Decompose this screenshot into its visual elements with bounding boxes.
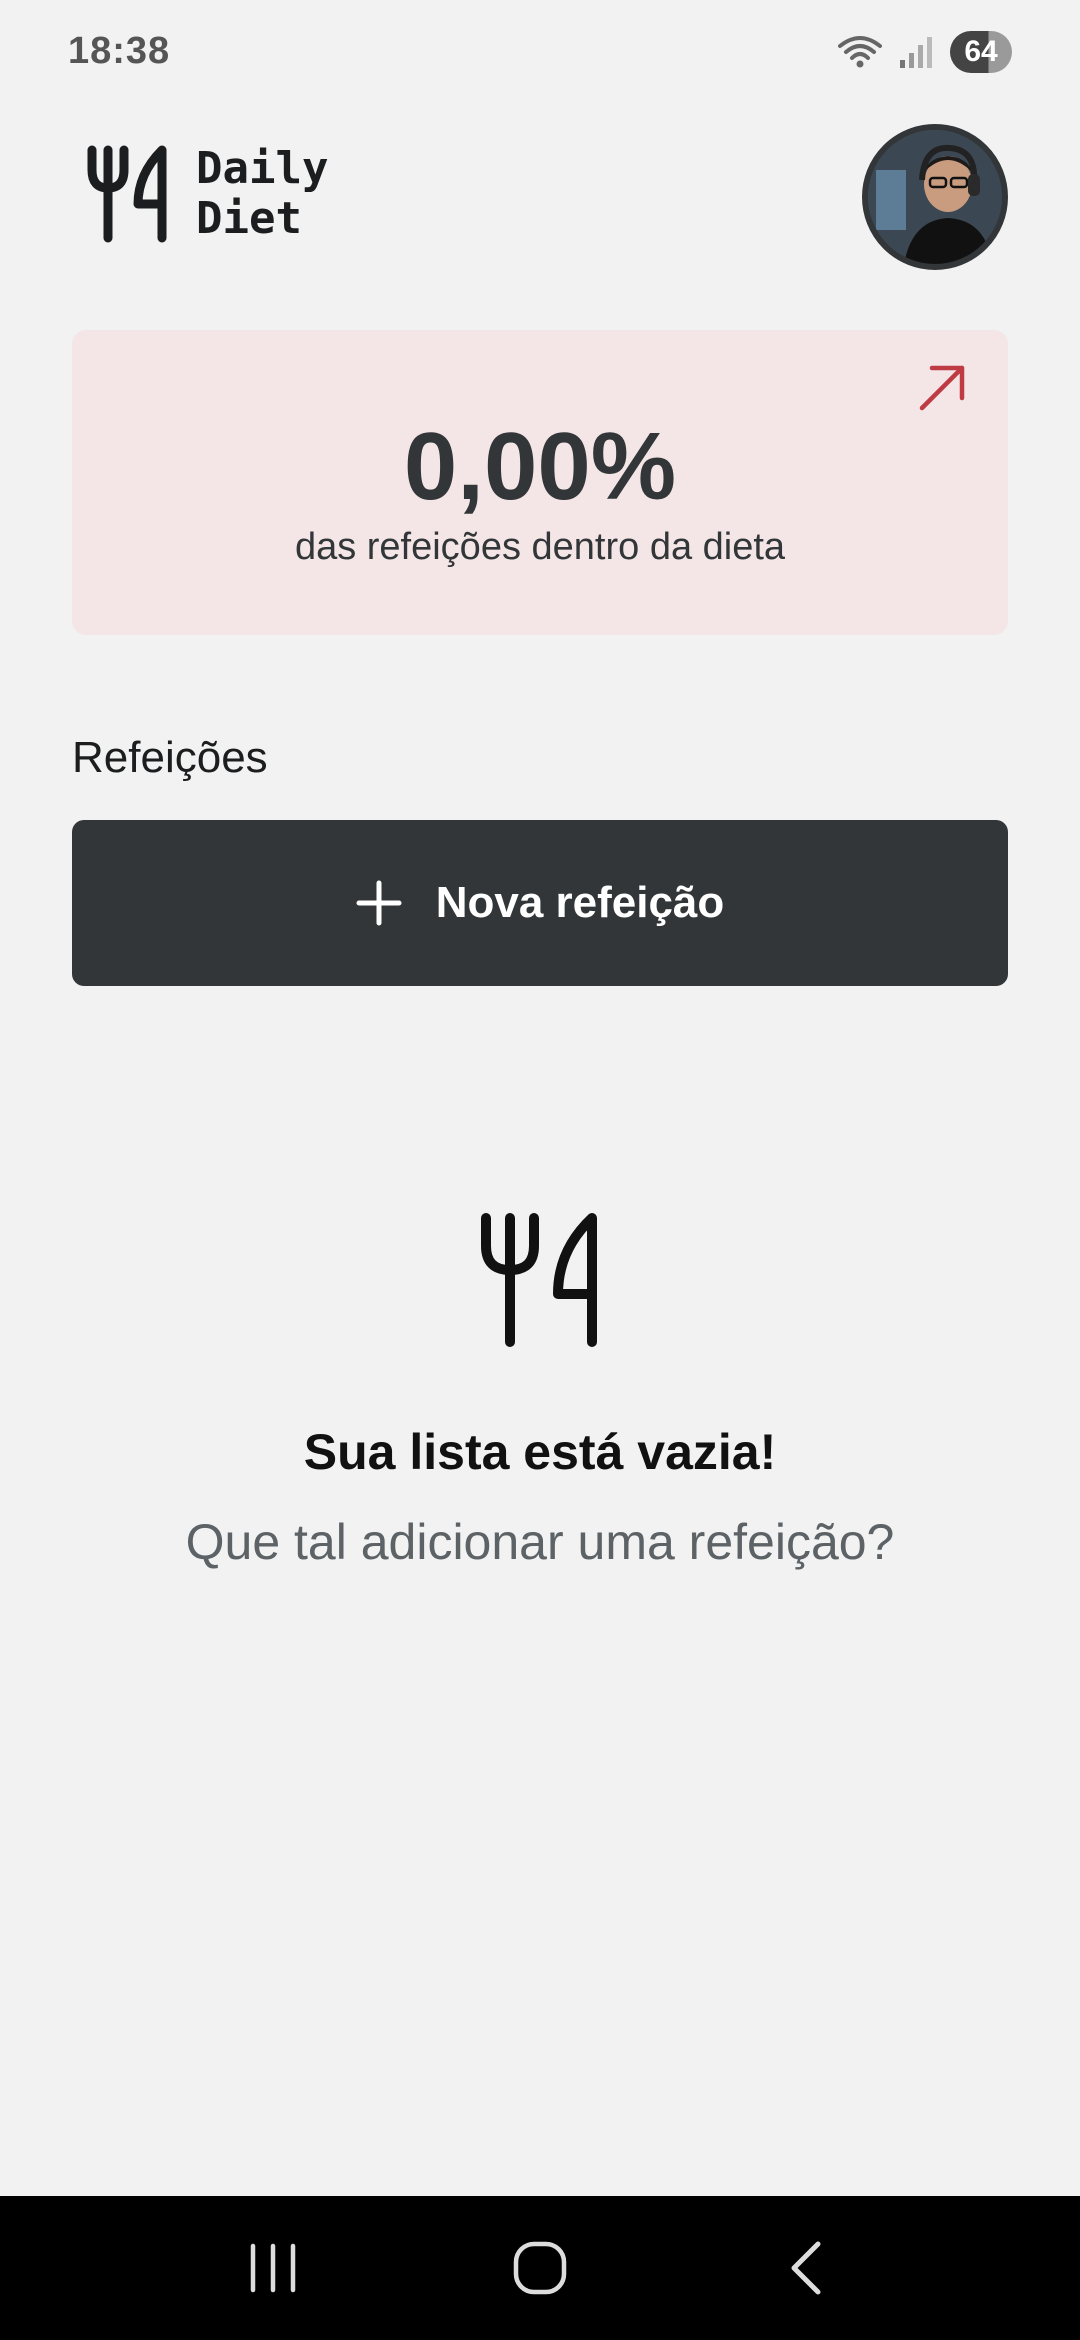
app-header: Daily Diet xyxy=(72,124,1008,274)
arrow-up-right-icon[interactable] xyxy=(916,362,968,414)
logo-line-1: Daily xyxy=(196,143,329,194)
back-icon xyxy=(791,2241,821,2295)
battery-level: 64 xyxy=(964,35,998,68)
logo-line-2: Diet xyxy=(196,193,302,244)
empty-state-title: Sua lista está vazia! xyxy=(303,1424,777,1480)
system-nav-bar xyxy=(0,2196,1080,2340)
wifi-icon xyxy=(838,36,882,68)
app-logo: Daily Diet xyxy=(86,144,328,244)
home-screen: 18:38 64 Daily Diet 0,00% das refeições … xyxy=(0,0,1080,2340)
empty-state: Sua lista está vazia! Que tal adicionar … xyxy=(0,1210,1080,1571)
fork-knife-icon xyxy=(87,145,167,243)
recent-apps-icon xyxy=(251,2243,296,2293)
recent-apps-button[interactable] xyxy=(218,2218,328,2318)
fork-knife-icon xyxy=(481,1213,597,1347)
status-bar: 18:38 64 xyxy=(0,0,1080,100)
diet-percentage: 0,00% xyxy=(403,413,677,520)
logo-text: Daily Diet xyxy=(196,144,328,244)
status-icons: 64 xyxy=(838,30,1012,74)
user-avatar[interactable] xyxy=(862,124,1008,270)
battery-icon: 64 xyxy=(950,31,1012,73)
home-button[interactable] xyxy=(485,2218,595,2318)
new-meal-button[interactable]: Nova refeição xyxy=(72,820,1008,986)
home-icon xyxy=(513,2241,567,2295)
plus-icon xyxy=(356,880,402,926)
status-time: 18:38 xyxy=(68,30,171,72)
signal-icon xyxy=(900,37,932,68)
empty-state-subtitle: Que tal adicionar uma refeição? xyxy=(185,1514,895,1570)
avatar-image xyxy=(868,130,1002,264)
meals-section-title: Refeições xyxy=(72,733,268,782)
new-meal-label: Nova refeição xyxy=(435,878,725,927)
diet-percentage-label: das refeições dentro da dieta xyxy=(294,526,786,568)
diet-stats-card[interactable]: 0,00% das refeições dentro da dieta xyxy=(72,330,1008,635)
back-button[interactable] xyxy=(752,2218,862,2318)
